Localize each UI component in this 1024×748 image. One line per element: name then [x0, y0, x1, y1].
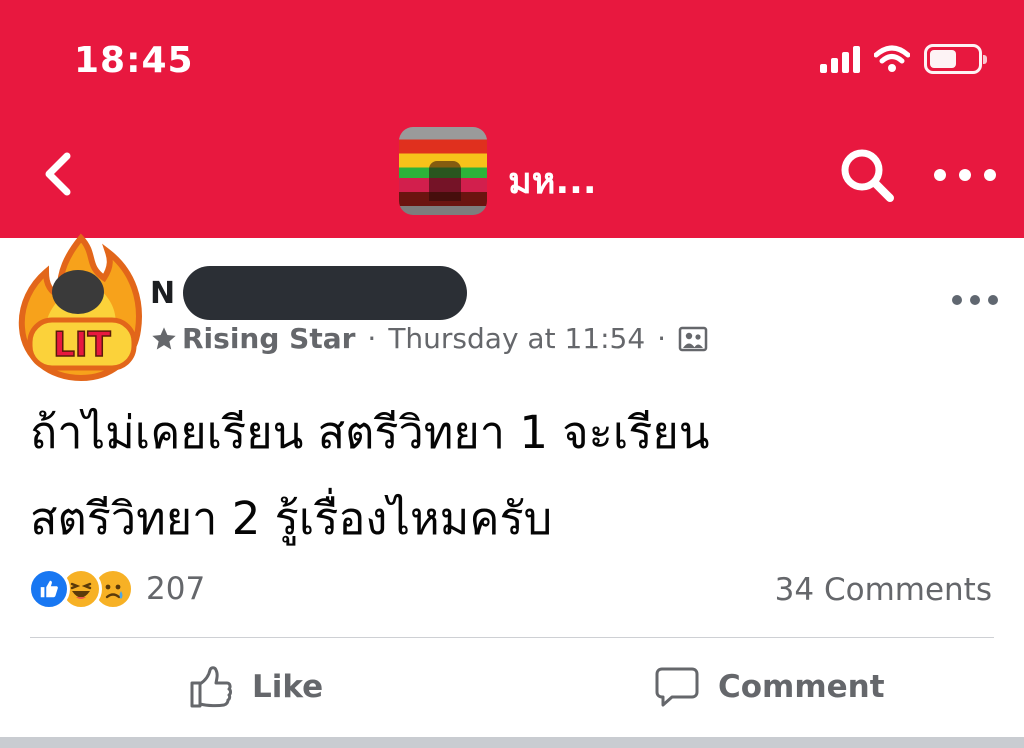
post-more-options-icon[interactable]: [952, 290, 998, 310]
comment-button[interactable]: Comment: [654, 664, 885, 710]
reaction-count: 207: [146, 571, 206, 607]
thumbs-up-icon: [190, 666, 232, 708]
star-icon: [152, 326, 176, 349]
reactions-summary[interactable]: 207: [28, 568, 205, 610]
post-text-line: สตรีวิทยา 2 รู้เรื่องไหมครับ: [30, 492, 553, 545]
badge-label[interactable]: Rising Star: [182, 322, 355, 355]
chevron-left-icon: [45, 152, 71, 196]
comment-label: Comment: [718, 669, 885, 705]
post-text-line: ถ้าไม่เคยเรียน สตรีวิทยา 1 จะเรียน: [30, 406, 710, 459]
search-icon: [841, 149, 894, 202]
search-button[interactable]: [838, 146, 896, 204]
lit-badge-text: LIT: [53, 325, 111, 365]
group-header: 18:45 มห...: [0, 0, 1024, 238]
like-label: Like: [252, 669, 324, 705]
like-icon: [28, 568, 70, 610]
back-button[interactable]: [30, 146, 86, 202]
feed-separator: [0, 737, 1024, 748]
divider: [30, 637, 994, 638]
group-audience-icon: [678, 326, 708, 351]
comment-bubble-icon: [655, 667, 699, 707]
post-meta: Rising Star · Thursday at 11:54 ·: [150, 322, 708, 355]
like-button[interactable]: Like: [188, 664, 323, 710]
group-thumbnail[interactable]: [399, 127, 487, 215]
status-time: 18:45: [74, 40, 194, 81]
wifi-icon: [874, 45, 910, 72]
author-name-start: N: [150, 276, 176, 311]
group-name[interactable]: มห...: [508, 152, 597, 209]
comments-count[interactable]: 34 Comments: [775, 572, 992, 608]
battery-icon: [924, 44, 987, 74]
more-options-icon[interactable]: [934, 160, 996, 190]
redaction-bar: [183, 266, 467, 320]
cellular-signal-icon: [820, 45, 860, 73]
post-timestamp[interactable]: Thursday at 11:54: [388, 322, 645, 355]
lit-badge-flame-icon: LIT: [18, 233, 142, 382]
status-icons: [820, 44, 987, 74]
post-text: ถ้าไม่เคยเรียน สตรีวิทยา 1 จะเรียน สตรีว…: [30, 390, 990, 562]
avatar[interactable]: LIT: [16, 232, 146, 382]
